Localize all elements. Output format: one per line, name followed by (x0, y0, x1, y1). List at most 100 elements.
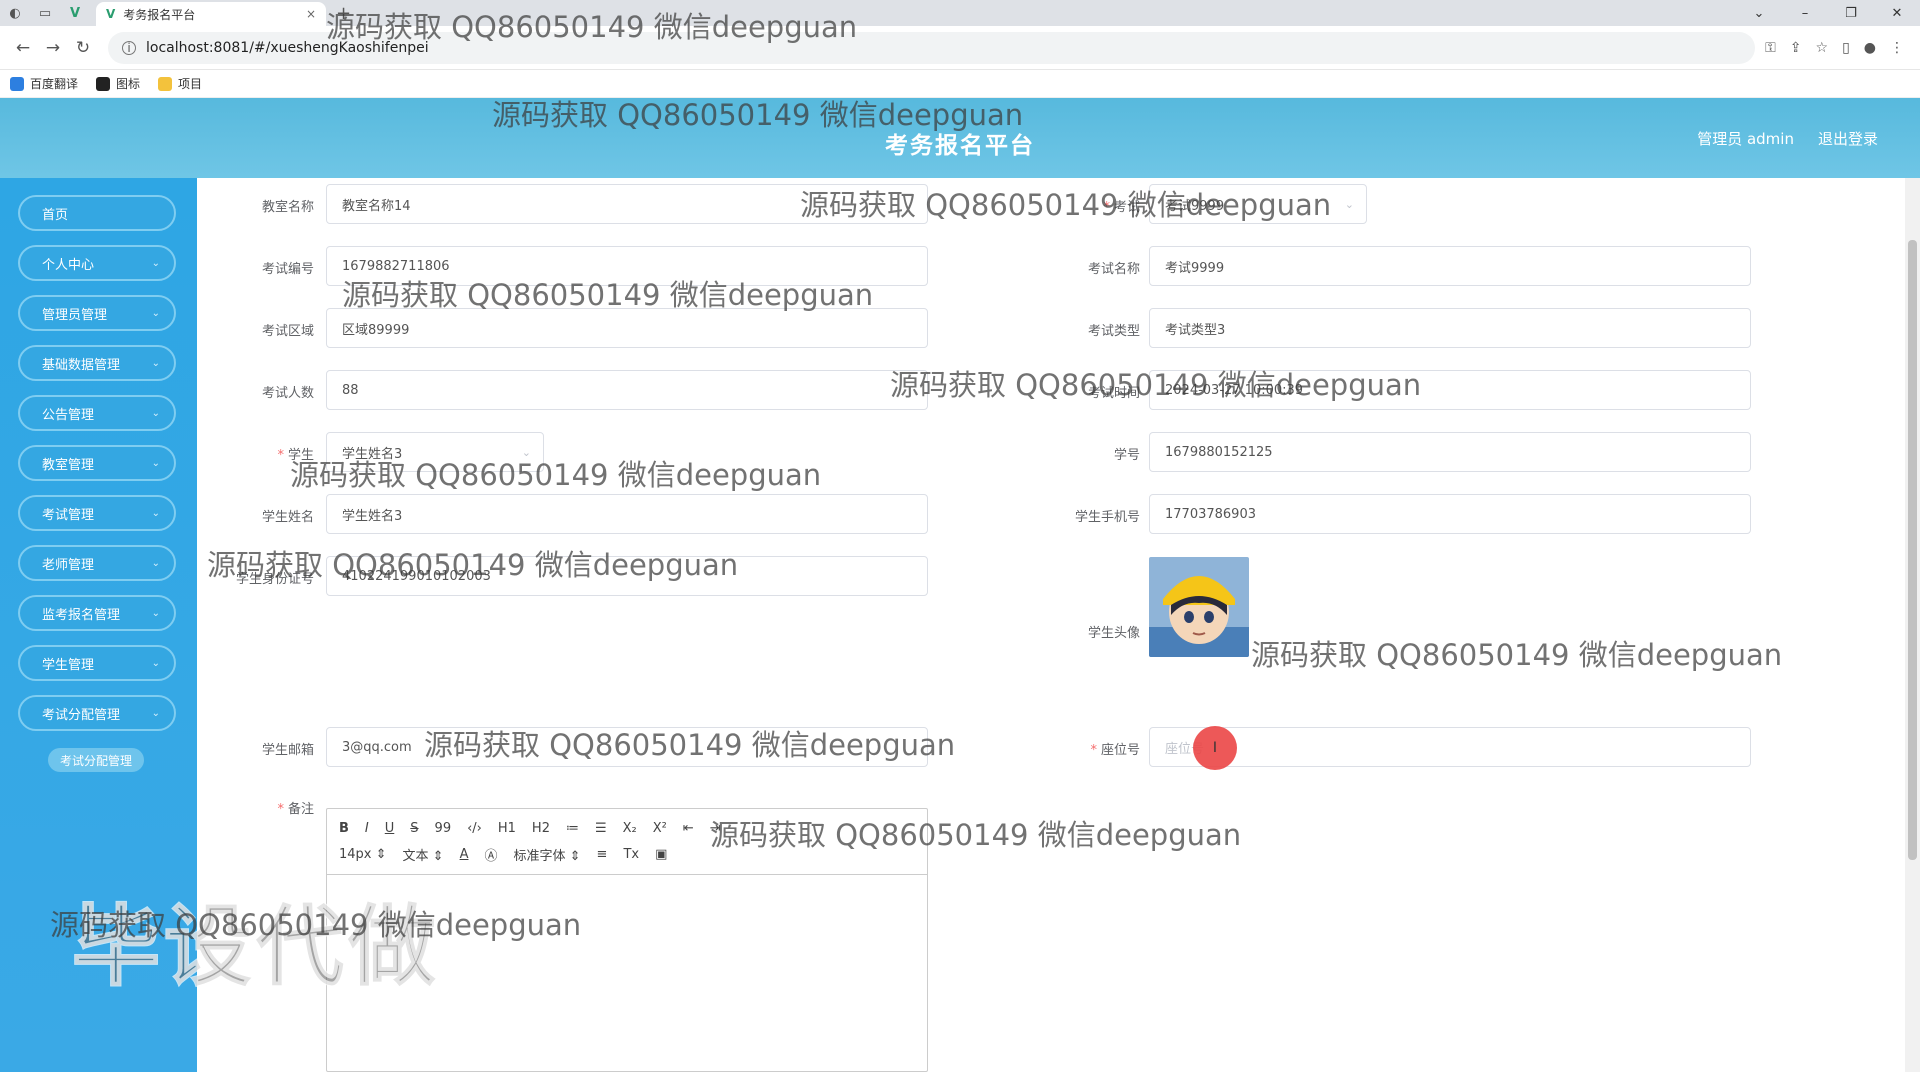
classroom-name-input[interactable]: 教室名称14 (326, 184, 928, 224)
url-field[interactable]: i localhost:8081/#/xueshengKaoshifenpei (108, 31, 1756, 64)
new-tab-button[interactable]: + (336, 0, 351, 26)
blockquote-icon[interactable]: 99 (435, 821, 452, 836)
tab-title: 考务报名平台 (123, 7, 196, 22)
italic-icon[interactable]: I (365, 821, 369, 836)
tab-strip-icon[interactable]: ▭ (30, 0, 60, 26)
image-icon[interactable]: ▣ (655, 847, 667, 862)
h2-icon[interactable]: H2 (532, 821, 550, 836)
chevron-down-icon: ⌄ (151, 457, 160, 469)
bullet-list-icon[interactable]: ☰ (595, 821, 607, 836)
font-size-value: 14px (339, 846, 372, 862)
exam-time-input[interactable]: 2024-03-27 10:00:39 (1149, 370, 1751, 410)
bookmark-translate[interactable]: 百度翻译 (10, 75, 78, 92)
background-color-icon[interactable]: Ⓐ (484, 845, 497, 864)
scrollbar-thumb[interactable] (1908, 240, 1917, 860)
logout-link[interactable]: 退出登录 (1818, 128, 1878, 149)
exam-count-input[interactable]: 88 (326, 370, 928, 410)
sidebar-item-exam[interactable]: 考试管理 ⌄ (18, 495, 176, 531)
submenu-exam-assign[interactable]: 考试分配管理 (48, 748, 144, 772)
input-value: 学生姓名3 (342, 508, 403, 524)
student-id-input[interactable]: 410224199010102003 (326, 556, 928, 596)
label-exam-count: 考试人数 (261, 386, 314, 401)
more-icon[interactable]: ⋮ (1890, 40, 1904, 56)
ordered-list-icon[interactable]: ≔ (566, 821, 579, 836)
font-size-select[interactable]: 14px ⇕ (339, 847, 387, 862)
student-email-input[interactable]: 3@qq.com (326, 727, 928, 767)
outdent-icon[interactable]: ⇤ (683, 821, 694, 836)
label-student-name: 学生姓名 (261, 510, 314, 525)
underline-icon[interactable]: U (385, 821, 395, 836)
strike-icon[interactable]: S (410, 821, 418, 836)
back-icon[interactable]: ← (8, 38, 38, 58)
label-exam-no: 考试编号 (261, 262, 314, 277)
sidebar-item-student[interactable]: 学生管理 ⌄ (18, 645, 176, 681)
student-no-input[interactable]: 1679880152125 (1149, 432, 1751, 472)
clear-format-icon[interactable]: Tx (623, 847, 639, 862)
sidebar-item-exam-assign[interactable]: 考试分配管理 ⌄ (18, 695, 176, 731)
text-type-select[interactable]: 文本 ⇕ (403, 845, 444, 864)
browser-tab-active[interactable]: V 考务报名平台 × (96, 2, 326, 26)
align-icon[interactable]: ≡ (597, 847, 608, 862)
text-type-value: 文本 (402, 848, 429, 864)
bookmark-project[interactable]: 项目 (158, 75, 202, 92)
tab-close-icon[interactable]: × (306, 7, 316, 21)
required-mark: * (1103, 200, 1110, 215)
required-mark: * (1090, 743, 1097, 758)
star-icon[interactable]: ☆ (1816, 40, 1829, 56)
sidebar-item-notice[interactable]: 公告管理 ⌄ (18, 395, 176, 431)
exam-select[interactable]: 考试9999 ⌄ (1149, 184, 1367, 224)
key-icon[interactable]: ⚿ (1765, 40, 1776, 56)
share-icon[interactable]: ⇪ (1790, 40, 1802, 56)
sidebar-item-admin[interactable]: 管理员管理 ⌄ (18, 295, 176, 331)
sidebar-item-invigilate[interactable]: 监考报名管理 ⌄ (18, 595, 176, 631)
chevron-down-icon: ⌄ (521, 445, 531, 459)
h1-icon[interactable]: H1 (498, 821, 516, 836)
profile-icon[interactable]: ● (1864, 40, 1876, 56)
reload-icon[interactable]: ↻ (68, 38, 98, 58)
window-close-icon[interactable]: ✕ (1874, 0, 1920, 26)
required-mark: * (277, 448, 284, 463)
input-value: 410224199010102003 (342, 568, 491, 584)
font-color-icon[interactable]: A (460, 847, 469, 862)
code-icon[interactable]: ‹/› (467, 821, 482, 836)
forward-icon[interactable]: → (38, 38, 68, 58)
exam-type-input[interactable]: 考试类型3 (1149, 308, 1751, 348)
page-scrollbar[interactable] (1905, 178, 1920, 1072)
tab-search-icon[interactable]: ⌄ (1736, 0, 1782, 26)
exam-no-input[interactable]: 1679882711806 (326, 246, 928, 286)
avatar-illustration (1149, 557, 1249, 657)
restore-icon[interactable]: ❐ (1828, 0, 1874, 26)
exam-name-input[interactable]: 考试9999 (1149, 246, 1751, 286)
sidepanel-icon[interactable]: ▯ (1842, 40, 1850, 56)
url-text: localhost:8081/#/xueshengKaoshifenpei (146, 39, 429, 56)
sidebar-item-label: 基础数据管理 (42, 357, 121, 373)
sidebar-item-home[interactable]: 首页 (18, 195, 176, 231)
student-name-input[interactable]: 学生姓名3 (326, 494, 928, 534)
browser-menu-icon[interactable]: ◐ (0, 0, 30, 26)
seat-no-input[interactable]: 座位号 (1149, 727, 1751, 767)
student-phone-input[interactable]: 17703786903 (1149, 494, 1751, 534)
input-value: 考试9999 (1165, 260, 1225, 276)
site-info-icon[interactable]: i (122, 40, 136, 55)
select-value: 学生姓名3 (342, 446, 403, 462)
sidebar-item-classroom[interactable]: 教室管理 ⌄ (18, 445, 176, 481)
superscript-icon[interactable]: X² (653, 821, 667, 836)
required-mark: * (277, 802, 284, 817)
subscript-icon[interactable]: X₂ (623, 821, 637, 836)
chevron-down-icon: ⌄ (151, 357, 160, 369)
indent-icon[interactable]: ⇥ (710, 821, 721, 836)
sidebar-item-teacher[interactable]: 老师管理 ⌄ (18, 545, 176, 581)
font-family-select[interactable]: 标准字体 ⇕ (514, 845, 581, 864)
sidebar-item-label: 个人中心 (42, 257, 95, 273)
bold-icon[interactable]: B (339, 821, 349, 836)
input-value: 3@qq.com (342, 739, 412, 755)
student-avatar-image[interactable] (1149, 557, 1249, 657)
student-select[interactable]: 学生姓名3 ⌄ (326, 432, 544, 472)
bookmark-icons[interactable]: 图标 (96, 75, 140, 92)
sidebar-item-profile[interactable]: 个人中心 ⌄ (18, 245, 176, 281)
exam-area-input[interactable]: 区域89999 (326, 308, 928, 348)
minimize-icon[interactable]: – (1782, 0, 1828, 26)
app-title: 考务报名平台 (885, 133, 1035, 159)
vue-tab-icon[interactable]: V (60, 0, 90, 26)
sidebar-item-basic-data[interactable]: 基础数据管理 ⌄ (18, 345, 176, 381)
